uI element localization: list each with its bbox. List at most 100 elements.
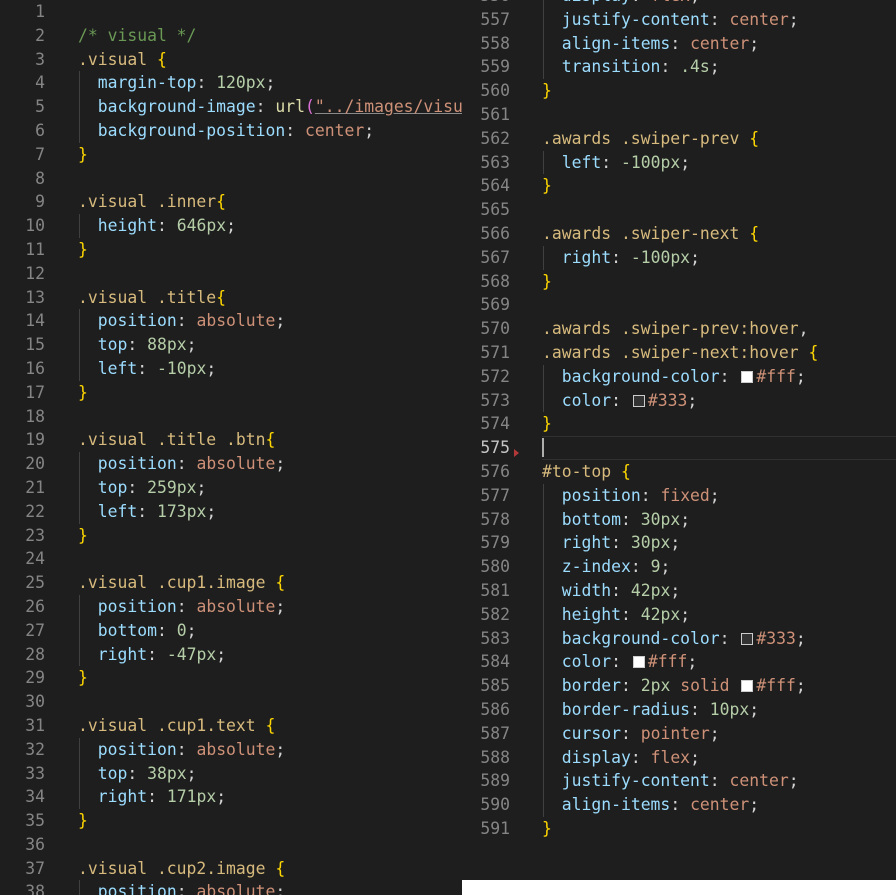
code-line[interactable]: 20 position: absolute;: [0, 452, 462, 476]
line-number: 22: [25, 501, 45, 521]
code-line[interactable]: 589 justify-content: center;: [462, 769, 896, 794]
code-line[interactable]: 578 bottom: 30px;: [462, 507, 896, 532]
code-line[interactable]: 35}: [0, 809, 462, 833]
code-line[interactable]: 1: [0, 0, 462, 24]
code-line[interactable]: 565: [462, 198, 896, 222]
code-line[interactable]: 567 right: -100px;: [462, 245, 896, 270]
code-line[interactable]: 9 .visual .inner{: [0, 190, 462, 214]
code-line[interactable]: 25 .visual .cup1.image {: [0, 571, 462, 595]
code-line[interactable]: 27 bottom: 0;: [0, 618, 462, 643]
code-line[interactable]: 5 background-image: url("../images/visua: [0, 95, 462, 119]
code-line[interactable]: 38 position: absolute;: [0, 880, 462, 895]
code-line[interactable]: 4 margin-top: 120px;: [0, 71, 462, 96]
code-line[interactable]: 8: [0, 167, 462, 191]
code-line[interactable]: 587 cursor: pointer;: [462, 721, 896, 746]
token-paren: (: [305, 97, 315, 117]
code-line[interactable]: 563 left: -100px;: [462, 150, 896, 175]
fold-marker-icon[interactable]: [514, 448, 519, 457]
code-line[interactable]: 21 top: 259px;: [0, 475, 462, 500]
code-line[interactable]: 13 .visual .title{: [0, 286, 462, 310]
token-selector: .visual .title: [78, 287, 217, 307]
code-line[interactable]: 581 width: 42px;: [462, 578, 896, 603]
code-line[interactable]: 558 align-items: center;: [462, 31, 896, 56]
line-number: 24: [25, 549, 45, 569]
token-punct: :: [630, 557, 651, 577]
code-line[interactable]: 11}: [0, 238, 462, 262]
code-line[interactable]: 572 background-color: #fff;: [462, 364, 896, 389]
code-line[interactable]: 28 right: -47px;: [0, 642, 462, 667]
code-line[interactable]: 586 border-radius: 10px;: [462, 697, 896, 722]
code-line[interactable]: 12: [0, 262, 462, 286]
code-line[interactable]: 29}: [0, 666, 462, 690]
code-line[interactable]: 16 left: -10px;: [0, 356, 462, 381]
code-line[interactable]: 36: [0, 833, 462, 857]
code-line[interactable]: 2 /* visual */: [0, 24, 462, 48]
code-line[interactable]: 570 .awards .swiper-prev:hover,: [462, 317, 896, 341]
editor-pane-right[interactable]: 556 display: flex;557 justify-content: c…: [462, 0, 896, 880]
code-line[interactable]: 31 .visual .cup1.text {: [0, 714, 462, 738]
code-line[interactable]: 24: [0, 547, 462, 571]
code-line[interactable]: 579 right: 30px;: [462, 531, 896, 556]
code-line[interactable]: 37 .visual .cup2.image {: [0, 857, 462, 881]
code-line[interactable]: 569: [462, 293, 896, 317]
code-line[interactable]: 15 top: 88px;: [0, 333, 462, 357]
line-code: bottom: 0;: [78, 619, 197, 643]
token-punct: [670, 676, 680, 695]
code-line[interactable]: 588 display: flex;: [462, 745, 896, 770]
code-line[interactable]: 571 .awards .swiper-next:hover {: [462, 341, 896, 365]
code-line[interactable]: 22 left: 173px;: [0, 499, 462, 524]
token-punct: ;: [687, 390, 698, 410]
editor-pane-left[interactable]: 1 2/* visual */3 .visual {4 margin-top: 12…: [0, 0, 462, 895]
code-line[interactable]: 574}: [462, 412, 896, 436]
line-number: 9: [35, 192, 45, 212]
code-line[interactable]: 573 color: #333;: [462, 388, 896, 413]
code-line[interactable]: 590 align-items: center;: [462, 793, 896, 817]
code-line[interactable]: 7}: [0, 143, 462, 167]
token-punct: ;: [206, 358, 217, 378]
color-swatch-icon[interactable]: [741, 370, 754, 383]
token-value: center: [305, 120, 365, 140]
code-line[interactable]: 6 background-position: center;: [0, 118, 462, 143]
code-line[interactable]: 582 height: 42px;: [462, 602, 896, 627]
line-number: 563: [480, 152, 510, 172]
code-line[interactable]: 26 position: absolute;: [0, 594, 462, 619]
code-line[interactable]: 564}: [462, 174, 896, 198]
code-line[interactable]: 14 position: absolute;: [0, 309, 462, 334]
token-brace: }: [78, 525, 88, 545]
code-line[interactable]: 557 justify-content: center;: [462, 7, 896, 32]
code-line[interactable]: 3 .visual {: [0, 48, 462, 72]
code-line[interactable]: 18: [0, 405, 462, 429]
line-code: position: fixed;: [542, 484, 720, 508]
code-line[interactable]: 562 .awards .swiper-prev {: [462, 127, 896, 151]
code-line[interactable]: 585 border: 2px solid #fff;: [462, 674, 896, 698]
code-line[interactable]: 583 background-color: #333;: [462, 626, 896, 651]
code-line[interactable]: 32 position: absolute;: [0, 737, 462, 762]
code-line[interactable]: 576 #to-top {: [462, 448, 896, 484]
code-line[interactable]: 584 color: #fff;: [462, 650, 896, 675]
code-line[interactable]: 559 transition: .4s;: [462, 55, 896, 80]
color-swatch-icon[interactable]: [741, 680, 754, 693]
code-line[interactable]: 34 right: 171px;: [0, 785, 462, 810]
code-line[interactable]: 23}: [0, 524, 462, 548]
code-line[interactable]: 577 position: fixed;: [462, 483, 896, 508]
color-swatch-icon[interactable]: [741, 632, 754, 645]
token-value: flex: [651, 0, 690, 5]
code-line[interactable]: 591}: [462, 817, 896, 841]
code-line[interactable]: 10 height: 646px;: [0, 214, 462, 238]
code-line[interactable]: 560}: [462, 79, 896, 103]
code-line[interactable]: 30: [0, 690, 462, 714]
code-line[interactable]: 575: [462, 436, 896, 460]
token-prop: position: [561, 485, 641, 505]
code-line[interactable]: 33 top: 38px;: [0, 761, 462, 786]
color-swatch-icon[interactable]: [632, 656, 645, 669]
code-line[interactable]: 566 .awards .swiper-next {: [462, 222, 896, 246]
code-line[interactable]: 19 .visual .title .btn{: [0, 428, 462, 452]
code-line[interactable]: 580 z-index: 9;: [462, 555, 896, 579]
code-line[interactable]: 561: [462, 103, 896, 127]
code-line[interactable]: 556 display: flex;: [462, 0, 896, 8]
code-line[interactable]: 17}: [0, 381, 462, 405]
token-prop: color: [561, 390, 612, 410]
code-line[interactable]: 568}: [462, 270, 896, 294]
color-swatch-icon[interactable]: [632, 394, 645, 407]
